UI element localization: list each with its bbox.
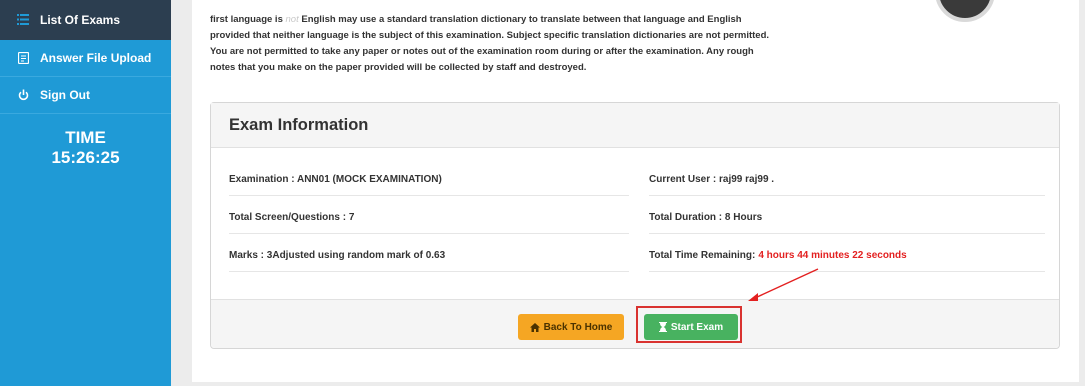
timer-label: TIME	[65, 128, 106, 147]
marks-info: Marks : 3Adjusted using random mark of 0…	[229, 240, 629, 272]
instruction-line: You are not permitted to take any paper …	[210, 46, 754, 57]
back-to-home-button[interactable]: Back To Home	[518, 314, 624, 340]
timer: TIME 15:26:25	[0, 128, 171, 168]
exam-information-panel: Exam Information Examination : ANN01 (MO…	[210, 102, 1060, 349]
total-questions-info: Total Screen/Questions : 7	[229, 202, 629, 234]
sidebar-item-label: List Of Exams	[40, 12, 121, 27]
timer-value: 15:26:25	[51, 148, 120, 167]
start-exam-label: Start Exam	[670, 321, 724, 333]
instruction-line: notes that you make on the paper provide…	[210, 62, 587, 73]
time-remaining-info: Total Time Remaining: 4 hours 44 minutes…	[649, 240, 1045, 272]
sidebar-item-label: Answer File Upload	[40, 51, 152, 65]
sidebar-item-list-of-exams[interactable]: List Of Exams	[0, 0, 171, 40]
instruction-line: first language is not English may use a …	[210, 14, 742, 25]
instruction-line: provided that neither language is the su…	[210, 30, 770, 41]
faint-word: not	[285, 14, 299, 25]
time-remaining-label: Total Time Remaining:	[649, 250, 756, 261]
list-icon	[16, 13, 30, 27]
panel-title: Exam Information	[211, 103, 1059, 148]
panel-footer: Back To Home Start Exam	[211, 299, 1059, 348]
main-content: first language is not English may use a …	[192, 0, 1079, 382]
exam-instructions: first language is not English may use a …	[210, 12, 860, 76]
examination-info: Examination : ANN01 (MOCK EXAMINATION)	[229, 164, 629, 196]
power-icon	[16, 88, 30, 102]
sidebar-item-label: Sign Out	[40, 88, 90, 102]
sidebar-item-sign-out[interactable]: Sign Out	[0, 77, 171, 114]
sidebar: List Of Exams Answer File Upload Sign Ou…	[0, 0, 171, 386]
home-icon	[529, 322, 540, 332]
avatar	[935, 0, 995, 22]
back-to-home-label: Back To Home	[543, 321, 613, 333]
sidebar-item-answer-file-upload[interactable]: Answer File Upload	[0, 40, 171, 77]
hourglass-icon	[658, 322, 667, 332]
total-duration-info: Total Duration : 8 Hours	[649, 202, 1045, 234]
start-exam-button[interactable]: Start Exam	[644, 314, 738, 340]
time-remaining-value: 4 hours 44 minutes 22 seconds	[758, 250, 907, 261]
file-icon	[16, 51, 30, 65]
current-user-info: Current User : raj99 raj99 .	[649, 164, 1045, 196]
